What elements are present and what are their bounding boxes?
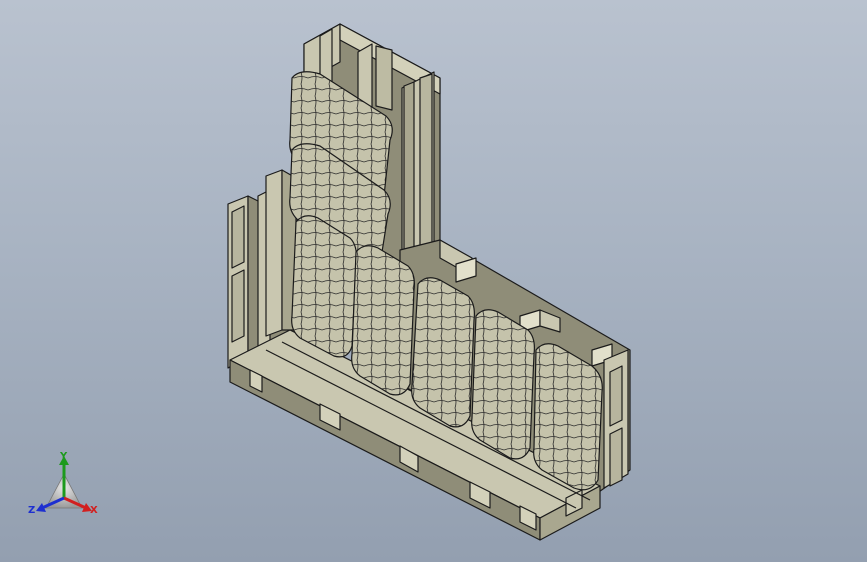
pallet-sofa-model[interactable] <box>0 0 867 562</box>
axis-z-label: Z <box>28 505 36 516</box>
graphics-viewport[interactable]: Y X Z <box>0 0 867 562</box>
axis-y-label: Y <box>60 451 68 462</box>
axis-x-label: X <box>90 505 98 516</box>
view-orientation-triad[interactable]: Y X Z <box>24 446 104 524</box>
